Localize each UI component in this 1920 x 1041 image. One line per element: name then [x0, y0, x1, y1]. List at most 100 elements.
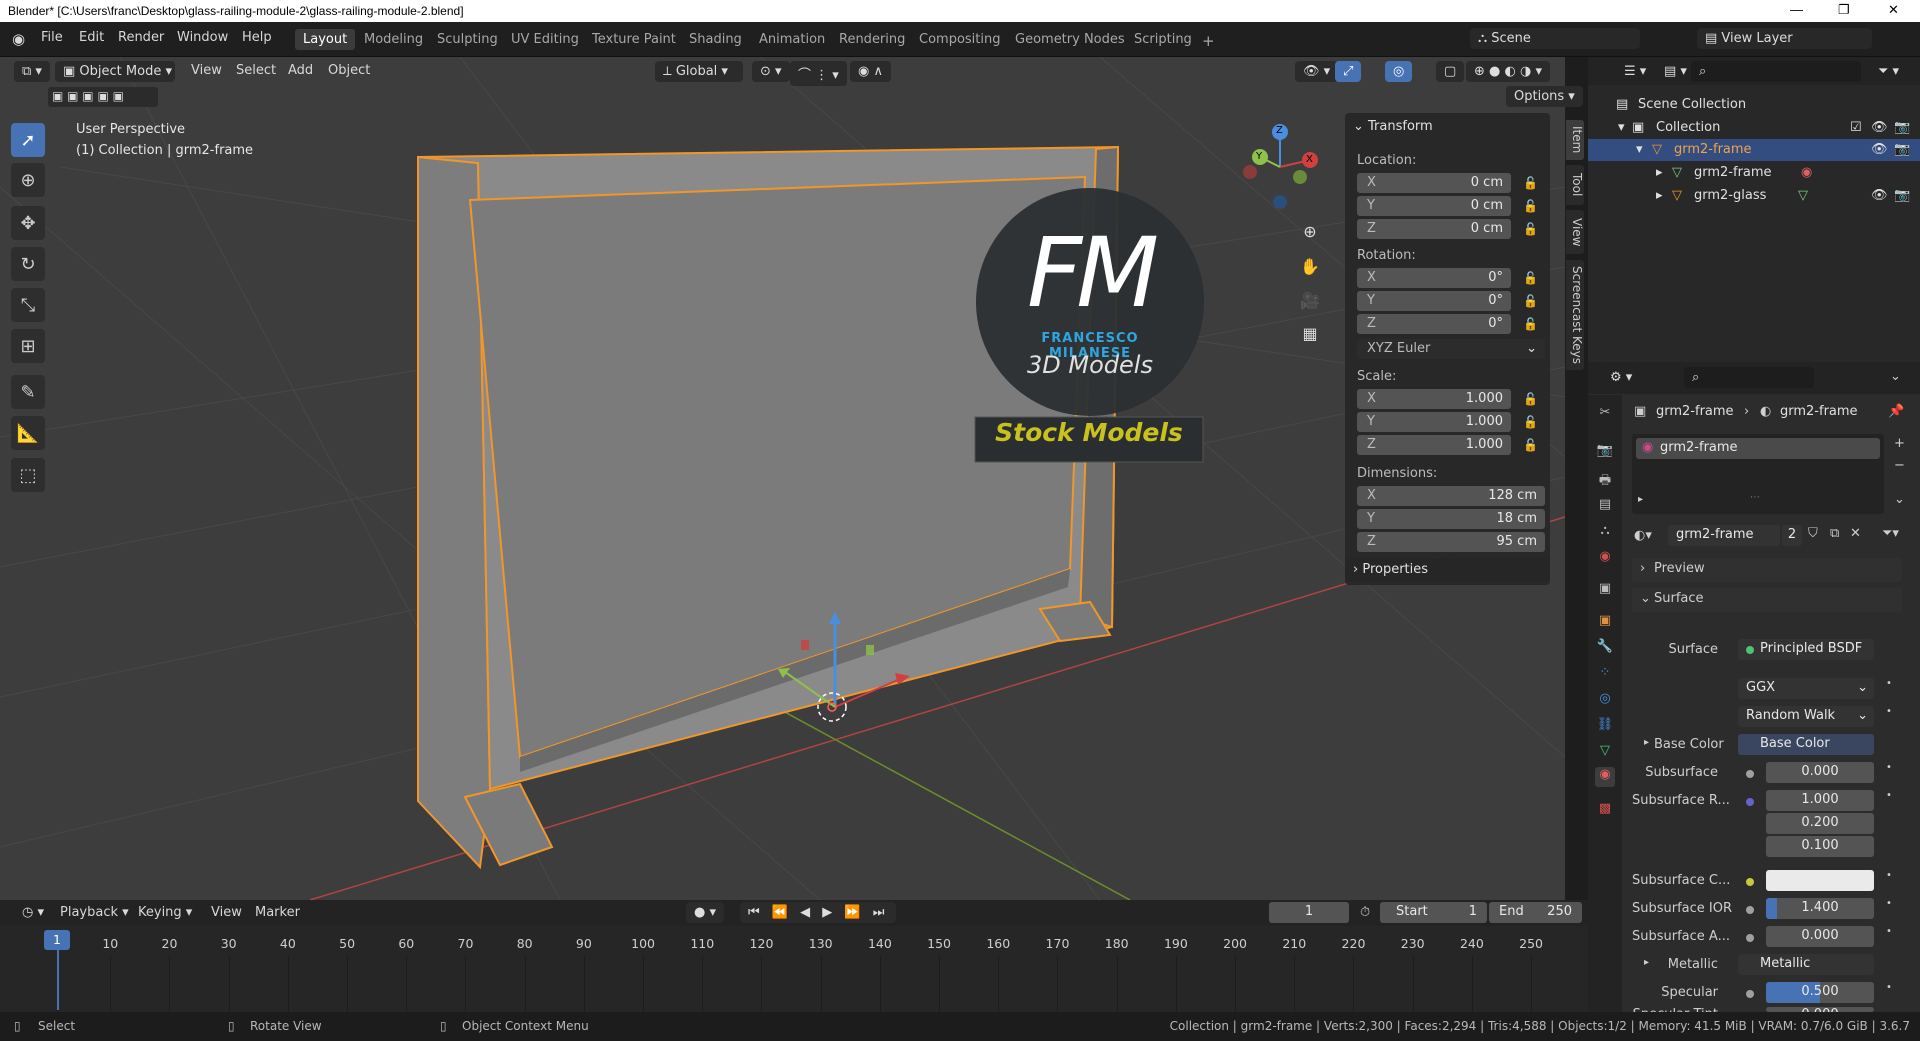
eye-icon[interactable]: 👁	[1871, 188, 1888, 203]
dimension-z-field[interactable]: Z 95 cm	[1357, 532, 1545, 552]
display-mode-icon[interactable]: ▤ ▾	[1656, 61, 1695, 82]
lock-icon[interactable]: 🔓	[1523, 438, 1538, 452]
view-layer-icon[interactable]: ▤	[1595, 497, 1615, 517]
rotation-z-field[interactable]: Z 0°	[1357, 314, 1511, 334]
surface-shader-field[interactable]: Principled BSDF	[1738, 639, 1874, 660]
menu-window[interactable]: Window	[177, 30, 228, 45]
dimension-x-field[interactable]: X 128 cm	[1357, 486, 1545, 506]
maximize-button[interactable]: ❐	[1838, 2, 1850, 18]
menu-render[interactable]: Render	[118, 30, 164, 45]
tab-uv-editing[interactable]: UV Editing	[503, 29, 587, 50]
menu-help[interactable]: Help	[242, 30, 272, 45]
scale-x-field[interactable]: X 1.000	[1357, 389, 1511, 409]
specular-slider[interactable]: 0.500	[1766, 982, 1874, 1003]
pin-icon[interactable]: 📌	[1888, 404, 1904, 419]
record-keyframe-icon[interactable]: ● ▾	[686, 902, 725, 923]
tab-geometry-nodes[interactable]: Geometry Nodes	[1007, 29, 1133, 50]
proportional-edit-icon[interactable]: ◉ ∧	[850, 61, 891, 82]
tab-layout[interactable]: Layout	[295, 29, 356, 50]
viewport-menu-view[interactable]: View	[191, 63, 222, 78]
base-color-field[interactable]: Base Color	[1738, 734, 1874, 755]
transform-header[interactable]: ⌄ Transform	[1353, 119, 1433, 134]
timeline-ruler[interactable]: 10 20 30 40 50 60 70 80 90 100 110 120 130 140 150 160 1…	[0, 926, 1588, 1012]
sidebar-tab-item[interactable]: Item	[1566, 120, 1584, 160]
outliner-row-scene-collection[interactable]: ▤ Scene Collection	[1588, 94, 1920, 116]
gizmo-toggle-icon[interactable]: ⤢	[1335, 61, 1362, 82]
render-icon[interactable]: 📷	[1595, 443, 1615, 463]
constraints-icon[interactable]: ⛓	[1595, 717, 1615, 737]
fake-user-shield-icon[interactable]: ⛉	[1808, 526, 1818, 541]
lock-icon[interactable]: 🔓	[1523, 271, 1538, 285]
filter-icon[interactable]: ⏷ ▾	[1870, 61, 1908, 82]
camera-render-icon[interactable]: 📷	[1894, 120, 1910, 135]
texture-checker-icon[interactable]: ▩	[1595, 801, 1615, 821]
outliner-search-input[interactable]: ⌕	[1691, 61, 1861, 82]
3d-viewport[interactable]: FM FRANCESCO MILANESE 3D Models Stock Mo…	[0, 57, 1565, 900]
checkbox-icon[interactable]: ☑	[1850, 120, 1862, 135]
menu-file[interactable]: File	[41, 30, 63, 45]
scene-selector[interactable]: ⛬ Scene	[1470, 28, 1640, 49]
chevron-down-icon[interactable]: ⌄	[1894, 492, 1905, 507]
shading-modes-icon[interactable]: ⊕ ● ◐ ◑ ▾	[1466, 61, 1550, 82]
sidebar-tab-tool[interactable]: Tool	[1566, 165, 1584, 205]
duplicate-material-icon[interactable]: ⧉	[1830, 526, 1839, 541]
properties-search-input[interactable]: ⌕	[1684, 367, 1814, 388]
minimize-button[interactable]: —	[1790, 2, 1803, 17]
options-dropdown[interactable]: Options ▾	[1506, 86, 1583, 107]
material-tab-icon[interactable]: ◉	[1595, 767, 1615, 787]
cursor-tool[interactable]: ⊕	[11, 163, 45, 197]
location-x-field[interactable]: X 0 cm	[1357, 173, 1511, 193]
outliner-row-grm2-glass[interactable]: ▸ ▽ grm2-glass ▽ 👁 📷	[1588, 185, 1920, 207]
camera-render-icon[interactable]: 📷	[1894, 142, 1910, 157]
lock-icon[interactable]: 🔓	[1523, 294, 1538, 308]
decorate-dot-icon[interactable]: •	[1886, 926, 1892, 937]
subsurface-anisotropy-field[interactable]: 0.000	[1766, 926, 1874, 947]
add-slot-icon[interactable]: +	[1894, 436, 1905, 451]
subsurface-method-dropdown[interactable]: Random Walk ⌄	[1738, 706, 1874, 727]
rotation-y-field[interactable]: Y 0°	[1357, 291, 1511, 311]
subsurface-ior-slider[interactable]: 1.400	[1766, 898, 1874, 919]
output-icon[interactable]: 🖶	[1595, 471, 1615, 491]
timeline-menu-marker[interactable]: Marker	[255, 905, 300, 920]
eye-icon[interactable]: 👁	[1871, 120, 1888, 135]
preview-section-header[interactable]: › Preview	[1632, 558, 1902, 582]
rotation-x-field[interactable]: X 0°	[1357, 268, 1511, 288]
unlink-close-icon[interactable]: ✕	[1850, 526, 1861, 541]
subsurface-color-swatch[interactable]	[1766, 870, 1874, 891]
rotate-tool[interactable]: ↻	[11, 247, 45, 281]
measure-tool[interactable]: 📐	[11, 416, 45, 450]
eye-icon[interactable]: 👁	[1871, 142, 1888, 157]
snap-icon[interactable]: ⌒ ⋮ ▾	[790, 61, 847, 86]
tab-sculpting[interactable]: Sculpting	[429, 29, 506, 50]
viewport-menu-add[interactable]: Add	[288, 63, 313, 78]
zoom-icon[interactable]: ⊕	[1295, 216, 1325, 246]
lock-icon[interactable]: 🔓	[1523, 199, 1538, 213]
annotate-tool[interactable]: ✎	[11, 375, 45, 409]
scale-y-field[interactable]: Y 1.000	[1357, 412, 1511, 432]
transform-tool[interactable]: ⊞	[11, 329, 45, 363]
decorate-dot-icon[interactable]: •	[1886, 870, 1892, 881]
decorate-dot-icon[interactable]: •	[1886, 898, 1892, 909]
chevron-right-icon[interactable]: ▸	[1638, 494, 1643, 505]
rotation-mode-dropdown[interactable]: XYZ Euler ⌄	[1357, 339, 1545, 359]
camera-icon[interactable]: 🎥	[1295, 285, 1325, 315]
perspective-grid-icon[interactable]: ▦	[1295, 318, 1325, 348]
remove-slot-icon[interactable]: −	[1894, 458, 1905, 473]
scale-tool[interactable]: ⤡	[11, 288, 45, 322]
lock-icon[interactable]: 🔓	[1523, 392, 1538, 406]
lock-icon[interactable]: 🔓	[1523, 176, 1538, 190]
material-slot-row[interactable]: ◉ grm2-frame	[1636, 438, 1880, 459]
move-tool[interactable]: ✥	[11, 206, 45, 240]
select-mode-icons[interactable]: ▣ ▣ ▣ ▣ ▣	[48, 87, 158, 107]
transform-orientation-selector[interactable]: ⟂ Global ▾	[655, 61, 743, 82]
subsurface-radius-z-field[interactable]: 0.100	[1766, 836, 1874, 857]
dimension-y-field[interactable]: Y 18 cm	[1357, 509, 1545, 529]
close-window-button[interactable]: ✕	[1888, 2, 1899, 18]
playback-controls[interactable]: ⏮ ⏪ ◀ ▶ ⏩ ⏭	[740, 902, 897, 923]
chevron-down-icon[interactable]: ⌄	[1890, 369, 1901, 384]
lock-icon[interactable]: 🔓	[1523, 222, 1538, 236]
tab-animation[interactable]: Animation	[751, 29, 833, 50]
drag-handle-icon[interactable]: ⋯	[1750, 492, 1760, 503]
physics-icon[interactable]: ◎	[1595, 691, 1615, 711]
properties-editor-type-icon[interactable]: ⚙ ▾	[1602, 367, 1641, 388]
